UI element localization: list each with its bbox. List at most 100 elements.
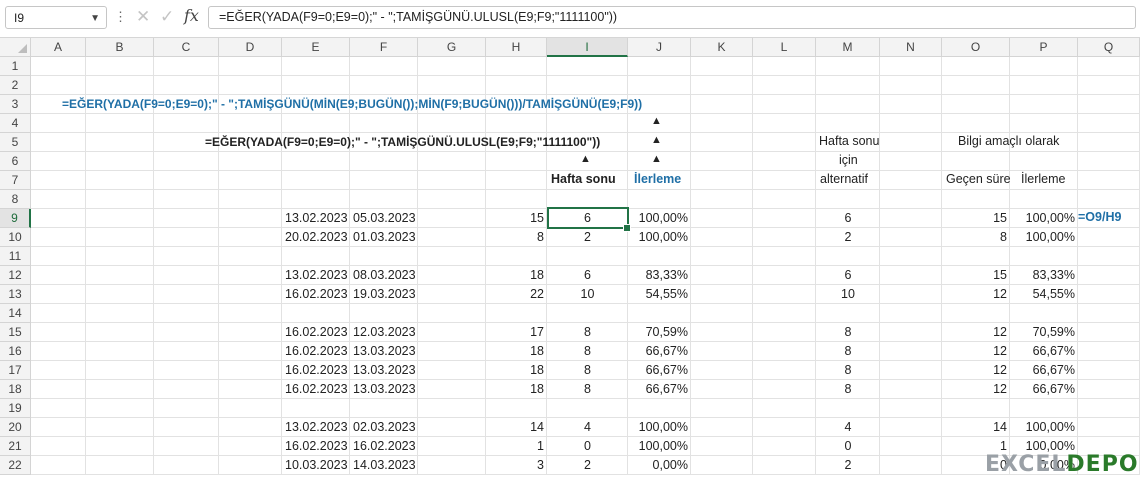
cell-J11[interactable] <box>628 247 691 266</box>
cell-H2[interactable] <box>486 76 547 95</box>
cell-B5[interactable] <box>86 133 154 152</box>
cell-N1[interactable] <box>880 57 942 76</box>
cell-B12[interactable] <box>86 266 154 285</box>
cell-D21[interactable] <box>219 437 282 456</box>
column-header-K[interactable]: K <box>691 38 753 57</box>
cell-A11[interactable] <box>31 247 86 266</box>
cell-N4[interactable] <box>880 114 942 133</box>
column-header-E[interactable]: E <box>282 38 350 57</box>
row-header-8[interactable]: 8 <box>0 190 31 209</box>
cell-B17[interactable] <box>86 361 154 380</box>
cell-A7[interactable] <box>31 171 86 190</box>
cell-A18[interactable] <box>31 380 86 399</box>
cell-G10[interactable] <box>418 228 486 247</box>
cell-L21[interactable] <box>753 437 816 456</box>
cell-F19[interactable] <box>350 399 418 418</box>
row-header-15[interactable]: 15 <box>0 323 31 342</box>
cell-B7[interactable] <box>86 171 154 190</box>
cell-A13[interactable] <box>31 285 86 304</box>
cell-B16[interactable] <box>86 342 154 361</box>
cell-A16[interactable] <box>31 342 86 361</box>
cell-C2[interactable] <box>154 76 219 95</box>
cell-Q2[interactable] <box>1078 76 1140 95</box>
row-header-10[interactable]: 10 <box>0 228 31 247</box>
cell-C18[interactable] <box>154 380 219 399</box>
cell-A14[interactable] <box>31 304 86 323</box>
cell-G19[interactable] <box>418 399 486 418</box>
cell-A19[interactable] <box>31 399 86 418</box>
cell-E14[interactable] <box>282 304 350 323</box>
column-header-B[interactable]: B <box>86 38 154 57</box>
cell-J14[interactable] <box>628 304 691 323</box>
cell-H14[interactable] <box>486 304 547 323</box>
cell-P4[interactable] <box>1010 114 1078 133</box>
cell-D11[interactable] <box>219 247 282 266</box>
row-header-17[interactable]: 17 <box>0 361 31 380</box>
column-header-C[interactable]: C <box>154 38 219 57</box>
cell-F1[interactable] <box>350 57 418 76</box>
cell-E7[interactable] <box>282 171 350 190</box>
formula-input[interactable]: =EĞER(YADA(F9=0;E9=0);" - ";TAMİŞGÜNÜ.UL… <box>208 6 1136 29</box>
cell-N5[interactable] <box>880 133 942 152</box>
cell-N17[interactable] <box>880 361 942 380</box>
active-cell-border[interactable] <box>547 207 629 229</box>
cell-K13[interactable] <box>691 285 753 304</box>
cell-A4[interactable] <box>31 114 86 133</box>
cell-C4[interactable] <box>154 114 219 133</box>
cell-G7[interactable] <box>418 171 486 190</box>
cell-N12[interactable] <box>880 266 942 285</box>
cell-O4[interactable] <box>942 114 1010 133</box>
cell-C9[interactable] <box>154 209 219 228</box>
cell-A21[interactable] <box>31 437 86 456</box>
cell-J19[interactable] <box>628 399 691 418</box>
cell-M8[interactable] <box>816 190 880 209</box>
row-header-20[interactable]: 20 <box>0 418 31 437</box>
cell-A20[interactable] <box>31 418 86 437</box>
cell-L2[interactable] <box>753 76 816 95</box>
fill-handle[interactable] <box>623 224 631 232</box>
cell-B6[interactable] <box>86 152 154 171</box>
cell-Q17[interactable] <box>1078 361 1140 380</box>
column-header-O[interactable]: O <box>942 38 1010 57</box>
cell-O3[interactable] <box>942 95 1010 114</box>
cell-C19[interactable] <box>154 399 219 418</box>
cell-Q13[interactable] <box>1078 285 1140 304</box>
column-header-D[interactable]: D <box>219 38 282 57</box>
cell-H4[interactable] <box>486 114 547 133</box>
cell-B9[interactable] <box>86 209 154 228</box>
cell-P1[interactable] <box>1010 57 1078 76</box>
cell-K10[interactable] <box>691 228 753 247</box>
cell-B11[interactable] <box>86 247 154 266</box>
cell-I19[interactable] <box>547 399 628 418</box>
cell-L17[interactable] <box>753 361 816 380</box>
cell-M14[interactable] <box>816 304 880 323</box>
cell-B18[interactable] <box>86 380 154 399</box>
cell-B13[interactable] <box>86 285 154 304</box>
cell-L10[interactable] <box>753 228 816 247</box>
cell-D16[interactable] <box>219 342 282 361</box>
cell-D2[interactable] <box>219 76 282 95</box>
cell-C21[interactable] <box>154 437 219 456</box>
cell-I2[interactable] <box>547 76 628 95</box>
cell-D13[interactable] <box>219 285 282 304</box>
cell-B4[interactable] <box>86 114 154 133</box>
cell-P14[interactable] <box>1010 304 1078 323</box>
cell-K6[interactable] <box>691 152 753 171</box>
cell-O11[interactable] <box>942 247 1010 266</box>
cell-D9[interactable] <box>219 209 282 228</box>
cell-M4[interactable] <box>816 114 880 133</box>
cell-A10[interactable] <box>31 228 86 247</box>
cell-H7[interactable] <box>486 171 547 190</box>
cell-P3[interactable] <box>1010 95 1078 114</box>
cell-H11[interactable] <box>486 247 547 266</box>
cell-K4[interactable] <box>691 114 753 133</box>
cell-J2[interactable] <box>628 76 691 95</box>
cell-P2[interactable] <box>1010 76 1078 95</box>
cell-G12[interactable] <box>418 266 486 285</box>
cell-G2[interactable] <box>418 76 486 95</box>
cell-L20[interactable] <box>753 418 816 437</box>
row-header-4[interactable]: 4 <box>0 114 31 133</box>
cell-N22[interactable] <box>880 456 942 475</box>
cell-C15[interactable] <box>154 323 219 342</box>
cell-K8[interactable] <box>691 190 753 209</box>
